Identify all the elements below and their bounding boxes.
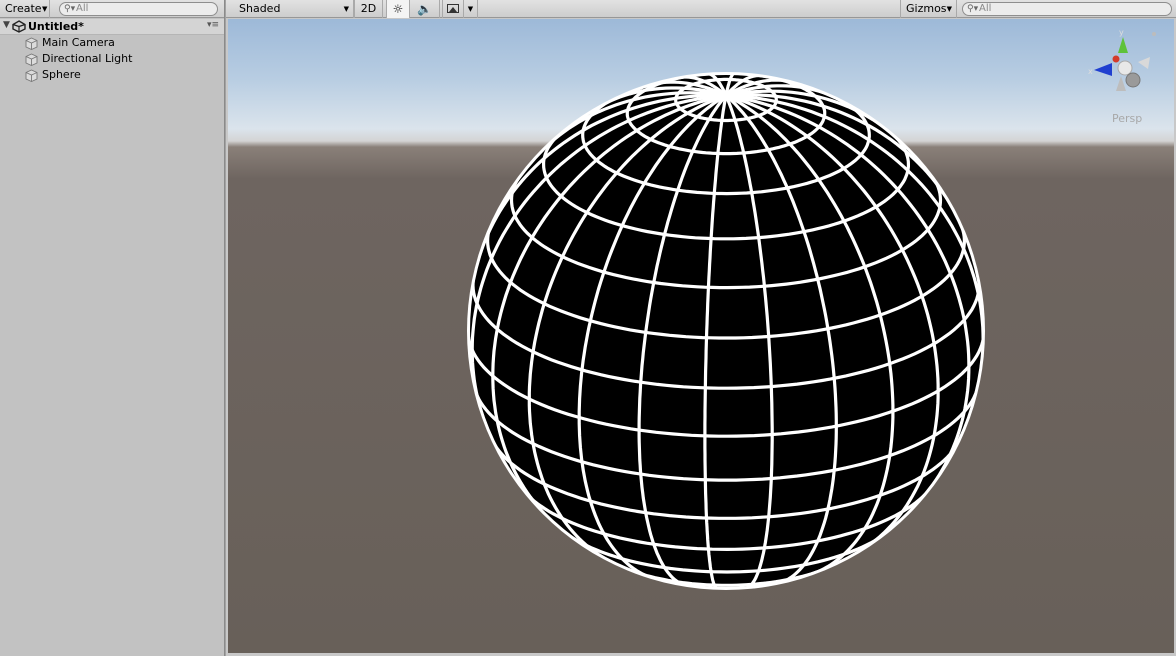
shading-mode-dropdown[interactable]: Shaded ▼ xyxy=(232,0,354,18)
hierarchy-toolbar: Create ▼ ⚲▾All xyxy=(0,0,224,18)
speaker-icon: 🔈 xyxy=(417,2,432,16)
scene-view-panel: Shaded ▼ 2D ☼ 🔈 ▼ Gizmos ▼ ⚲▾All y x Per… xyxy=(226,0,1176,656)
create-button[interactable]: Create ▼ xyxy=(0,0,50,18)
2d-toggle-button[interactable]: 2D xyxy=(354,0,383,18)
search-icon: ⚲▾ xyxy=(64,4,76,14)
shading-mode-label: Shaded xyxy=(239,2,281,15)
image-icon xyxy=(447,4,459,13)
create-label: Create xyxy=(5,2,42,15)
foldout-arrow-icon[interactable]: ▼ xyxy=(3,20,10,30)
hierarchy-panel: Create ▼ ⚲▾All ▼ Untitled* ▾≡ Main Camer… xyxy=(0,0,225,656)
hierarchy-item-main-camera[interactable]: Main Camera xyxy=(0,35,224,51)
sun-icon: ☼ xyxy=(392,2,404,16)
scene-lighting-toggle[interactable]: ☼ xyxy=(386,0,410,18)
projection-label[interactable]: Persp xyxy=(1112,112,1142,125)
gizmo-y-label: y xyxy=(1119,29,1124,37)
hierarchy-item-directional-light[interactable]: Directional Light xyxy=(0,51,224,67)
axis-gizmo-icon: y x xyxy=(1088,28,1156,91)
chevron-down-icon: ▼ xyxy=(343,5,349,13)
hierarchy-search-placeholder: All xyxy=(76,3,89,14)
scene-search-placeholder: All xyxy=(979,3,992,14)
gizmos-dropdown[interactable]: Gizmos ▼ xyxy=(900,0,957,18)
unity-logo-icon xyxy=(12,20,26,33)
effects-dropdown[interactable]: ▼ xyxy=(464,0,478,18)
scene-name: Untitled* xyxy=(28,20,84,33)
hierarchy-item-label: Sphere xyxy=(42,68,81,81)
chevron-down-icon: ▼ xyxy=(467,5,474,13)
2d-label: 2D xyxy=(360,2,377,15)
scene-search-input[interactable]: ⚲▾All xyxy=(962,2,1172,16)
gizmo-x-label: x xyxy=(1088,67,1093,76)
cube-icon xyxy=(25,53,38,66)
scene-toolbar: Shaded ▼ 2D ☼ 🔈 ▼ Gizmos ▼ ⚲▾All xyxy=(226,0,1176,18)
scene-effects-toggle[interactable] xyxy=(442,0,464,18)
search-icon: ⚲▾ xyxy=(967,4,979,14)
scene-audio-toggle[interactable]: 🔈 xyxy=(410,0,440,18)
create-dropdown-icon: ▼ xyxy=(42,5,48,13)
hierarchy-item-label: Directional Light xyxy=(42,52,133,65)
hierarchy-item-sphere[interactable]: Sphere xyxy=(0,67,224,83)
cube-icon xyxy=(25,69,38,82)
hierarchy-search-input[interactable]: ⚲▾All xyxy=(59,2,218,16)
cube-icon xyxy=(25,37,38,50)
scene-canvas[interactable] xyxy=(228,19,1174,653)
hierarchy-item-label: Main Camera xyxy=(42,36,115,49)
gizmos-label: Gizmos xyxy=(906,2,947,15)
scene-row[interactable]: ▼ Untitled* ▾≡ xyxy=(0,19,224,35)
scene-viewport[interactable]: y x Persp xyxy=(228,19,1174,653)
hierarchy-list: Main Camera Directional Light Sphere xyxy=(0,35,224,83)
orientation-gizmo[interactable]: y x xyxy=(1088,28,1158,99)
chevron-down-icon: ▼ xyxy=(946,5,952,13)
scene-menu-icon[interactable]: ▾≡ xyxy=(207,20,219,30)
